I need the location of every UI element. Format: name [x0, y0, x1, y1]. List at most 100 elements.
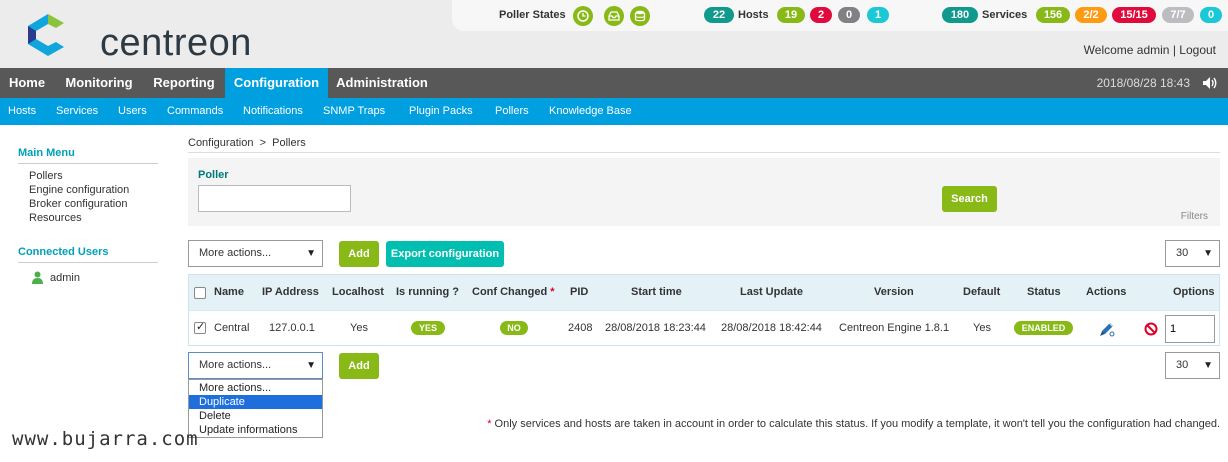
- welcome-text: Welcome admin: [1083, 43, 1170, 57]
- page-size-select-top-value: 30: [1176, 247, 1189, 259]
- search-button[interactable]: Search: [942, 186, 997, 212]
- more-actions-select-top[interactable]: More actions... ▼: [188, 240, 323, 267]
- footnote-asterisk: *: [487, 418, 492, 430]
- sidebar-item-broker-configuration[interactable]: Broker configuration: [29, 198, 127, 210]
- hosts-pending-badge[interactable]: 1: [867, 7, 889, 23]
- poller-inbox-icon[interactable]: [604, 6, 624, 26]
- cell-localhost: Yes: [350, 322, 368, 334]
- poller-filter-label: Poller: [198, 169, 229, 181]
- select-all-checkbox[interactable]: [194, 287, 206, 299]
- running-badge: YES: [411, 321, 445, 335]
- chevron-down-icon: ▼: [1203, 360, 1213, 371]
- header-conf-changed-label: Conf Changed: [472, 286, 548, 298]
- cell-start-time: 28/08/2018 18:23:44: [605, 322, 706, 334]
- more-actions-dropdown-list: More actions... Duplicate Delete Update …: [188, 379, 323, 438]
- watermark: www.bujarra.com: [12, 428, 199, 450]
- page-size-select-bottom[interactable]: 30 ▼: [1165, 352, 1220, 379]
- dropdown-option-update-informations[interactable]: Update informations: [189, 423, 322, 437]
- subnav-users[interactable]: Users: [118, 98, 147, 125]
- footnote-text: Only services and hosts are taken in acc…: [494, 418, 1220, 430]
- poller-clock-icon[interactable]: [573, 6, 593, 26]
- services-pending-badge[interactable]: 0: [1200, 7, 1222, 23]
- welcome-separator: |: [1172, 43, 1176, 57]
- dropdown-option-duplicate[interactable]: Duplicate: [189, 395, 322, 409]
- header-status: Status: [1027, 286, 1061, 298]
- header-name[interactable]: Name: [214, 286, 244, 298]
- sidebar-item-pollers[interactable]: Pollers: [29, 170, 63, 182]
- logo-text: centreon: [100, 22, 252, 64]
- services-unknown-badge[interactable]: 7/7: [1162, 7, 1194, 23]
- more-actions-select-bottom-value: More actions...: [199, 359, 272, 371]
- hosts-total-badge[interactable]: 22: [704, 7, 734, 23]
- cell-ip-address: 127.0.0.1: [269, 322, 315, 334]
- cell-version: Centreon Engine 1.8.1: [839, 322, 950, 334]
- subnav-hosts[interactable]: Hosts: [8, 98, 36, 125]
- centreon-logo[interactable]: centreon: [18, 12, 278, 64]
- row-checkbox[interactable]: [194, 320, 206, 334]
- subnav-snmp-traps[interactable]: SNMP Traps: [323, 98, 385, 125]
- sidebar-item-resources[interactable]: Resources: [29, 212, 82, 224]
- duplicate-count-input[interactable]: [1165, 315, 1215, 343]
- services-warning-badge[interactable]: 2/2: [1075, 7, 1107, 23]
- poller-search-input[interactable]: [198, 185, 351, 212]
- breadcrumb-root[interactable]: Configuration: [188, 137, 253, 149]
- more-actions-select-bottom[interactable]: More actions... ▼: [188, 352, 323, 379]
- nav-home[interactable]: Home: [0, 68, 54, 98]
- subnav-knowledge-base[interactable]: Knowledge Base: [549, 98, 632, 125]
- connected-users-divider: [18, 262, 158, 263]
- nav-administration[interactable]: Administration: [332, 68, 432, 98]
- breadcrumb-divider: [188, 152, 1220, 153]
- breadcrumb-current[interactable]: Pollers: [272, 137, 306, 149]
- header-ip-address: IP Address: [262, 286, 319, 298]
- dropdown-option-delete[interactable]: Delete: [189, 409, 322, 423]
- header-is-running: Is running ?: [396, 286, 459, 298]
- sub-nav: Hosts Services Users Commands Notificati…: [0, 98, 1228, 125]
- header-pid: PID: [570, 286, 589, 298]
- speaker-icon[interactable]: [1202, 76, 1218, 93]
- add-button-bottom[interactable]: Add: [339, 353, 379, 379]
- edit-icon[interactable]: [1098, 320, 1116, 341]
- hosts-label: Hosts: [738, 9, 769, 21]
- header-default: Default: [963, 286, 1001, 298]
- hosts-up-badge[interactable]: 19: [777, 7, 805, 23]
- page-size-select-top[interactable]: 30 ▼: [1165, 240, 1220, 267]
- nav-monitoring[interactable]: Monitoring: [56, 68, 142, 98]
- nav-configuration[interactable]: Configuration: [225, 68, 328, 98]
- export-configuration-button[interactable]: Export configuration: [386, 241, 504, 267]
- top-status-bar: Poller States 22 Hosts 19 2 0 1 180 Serv…: [452, 0, 1228, 31]
- table-row[interactable]: Central 127.0.0.1 Yes YES NO 2408 28/08/…: [189, 310, 1219, 345]
- hosts-unreachable-badge[interactable]: 0: [838, 7, 860, 23]
- subnav-plugin-packs[interactable]: Plugin Packs: [409, 98, 473, 125]
- cell-last-update: 28/08/2018 18:42:44: [721, 322, 822, 334]
- services-critical-badge[interactable]: 15/15: [1112, 7, 1156, 23]
- conf-changed-badge: NO: [500, 321, 528, 335]
- hosts-down-badge[interactable]: 2: [810, 7, 832, 23]
- subnav-notifications[interactable]: Notifications: [243, 98, 303, 125]
- dropdown-option-more-actions[interactable]: More actions...: [189, 381, 322, 395]
- sidebar-item-engine-configuration[interactable]: Engine configuration: [29, 184, 129, 196]
- header-actions: Actions: [1086, 286, 1127, 298]
- services-total-badge[interactable]: 180: [942, 7, 978, 23]
- add-button-top[interactable]: Add: [339, 241, 379, 267]
- header-version: Version: [874, 286, 914, 298]
- filters-link[interactable]: Filters: [1181, 211, 1208, 222]
- poller-database-icon[interactable]: [630, 6, 650, 26]
- cell-pid: 2408: [568, 322, 593, 334]
- header-start-time: Start time: [631, 286, 682, 298]
- subnav-commands[interactable]: Commands: [167, 98, 223, 125]
- filter-panel: Poller Search Filters: [188, 158, 1220, 226]
- header: centreon Poller States 22 Hosts 19 2 0 1…: [0, 0, 1228, 68]
- connected-user-admin[interactable]: admin: [50, 272, 80, 284]
- logout-link[interactable]: Logout: [1179, 43, 1216, 57]
- header-conf-changed: Conf Changed *: [472, 286, 555, 298]
- breadcrumb-separator: >: [259, 137, 266, 149]
- services-ok-badge[interactable]: 156: [1036, 7, 1070, 23]
- main-nav: Home Monitoring Reporting Configuration …: [0, 68, 1228, 98]
- subnav-services[interactable]: Services: [56, 98, 98, 125]
- cell-name[interactable]: Central: [214, 322, 249, 334]
- disable-icon[interactable]: [1144, 322, 1158, 339]
- nav-reporting[interactable]: Reporting: [144, 68, 224, 98]
- footnote: * Only services and hosts are taken in a…: [487, 418, 1220, 430]
- subnav-pollers[interactable]: Pollers: [495, 98, 529, 125]
- chevron-down-icon: ▼: [306, 360, 316, 371]
